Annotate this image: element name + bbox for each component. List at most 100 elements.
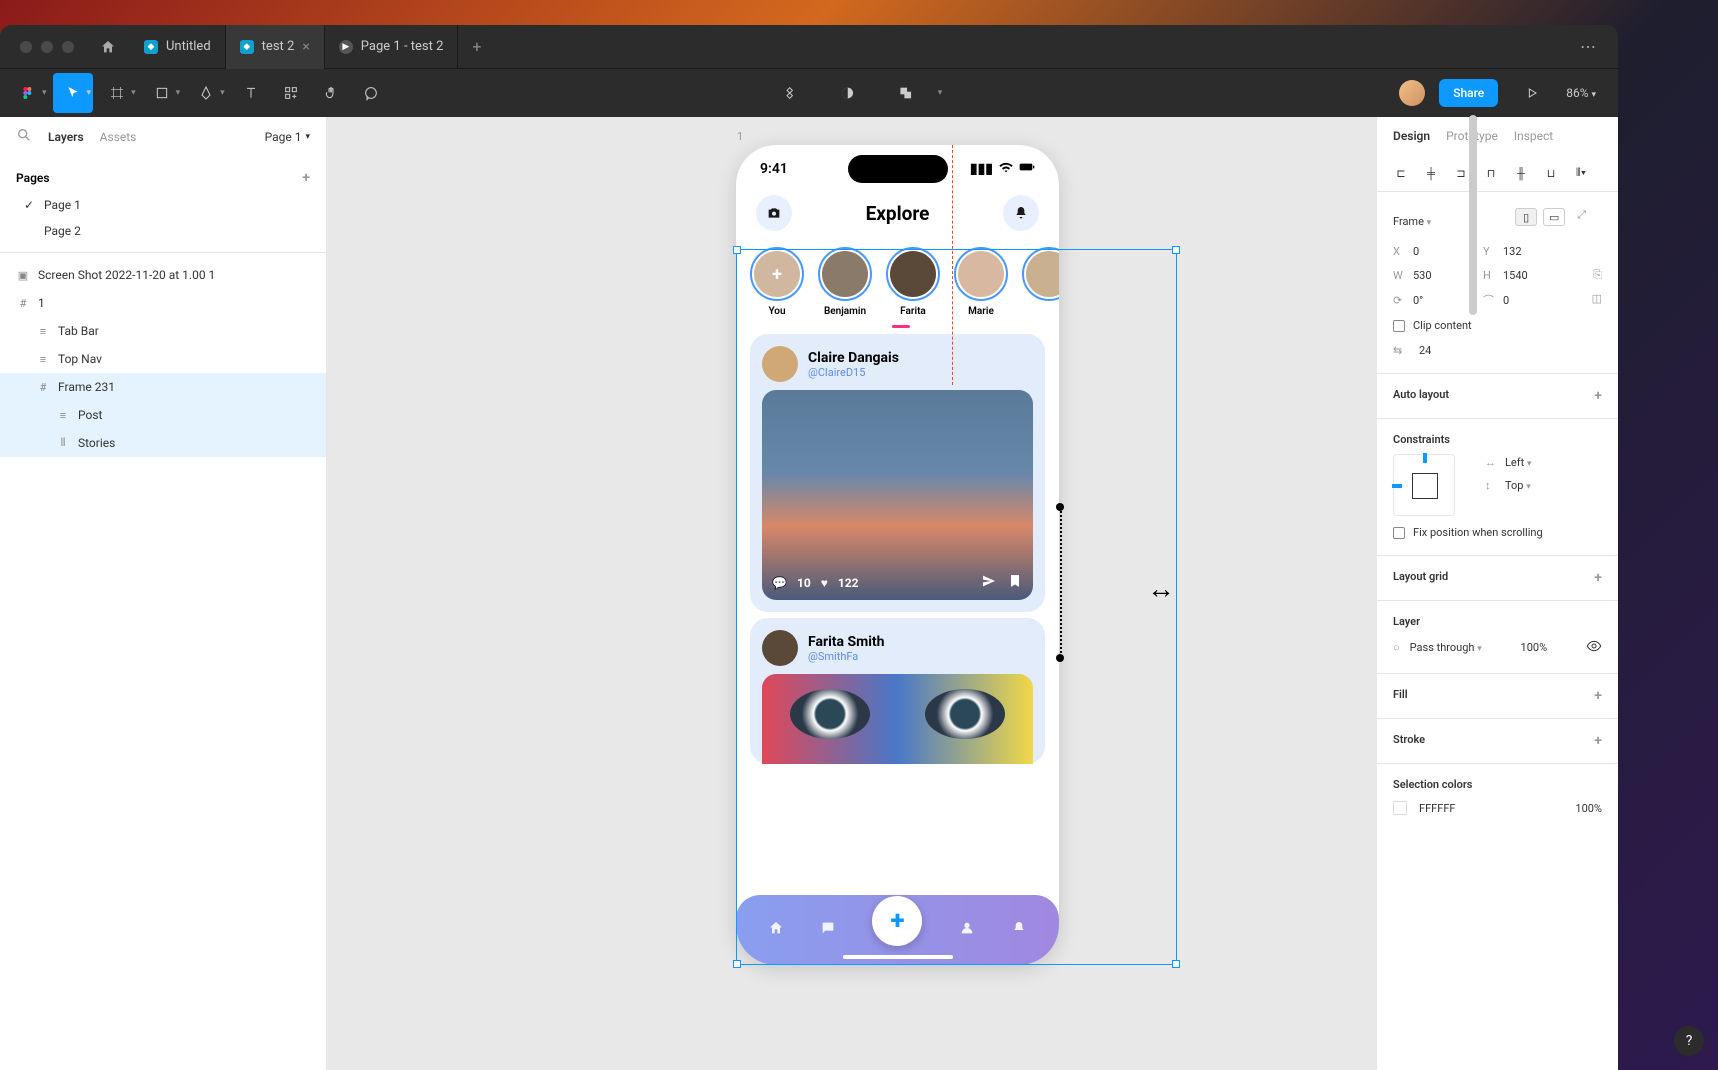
frame-label[interactable]: 1 (737, 130, 743, 143)
opacity-input[interactable]: 100% (1521, 641, 1548, 654)
home-tab[interactable] (86, 25, 130, 69)
align-left-icon[interactable]: ⊏ (1393, 165, 1409, 181)
independent-corners-icon[interactable]: ◫ (1592, 292, 1602, 308)
layers-tab[interactable]: Layers (48, 130, 84, 144)
rotation-input[interactable]: 0° (1413, 294, 1453, 307)
group-icon: ≡ (56, 408, 70, 422)
align-center-h-icon[interactable]: ╪ (1423, 165, 1439, 181)
layer-item[interactable]: ≡ Top Nav (0, 345, 326, 373)
resize-cursor-icon: ↔ (1147, 572, 1175, 605)
add-page-button[interactable]: + (302, 170, 310, 186)
resize-to-fit-icon[interactable]: ⤢ (1577, 208, 1586, 226)
align-center-v-icon[interactable]: ╫ (1513, 165, 1529, 181)
zoom-control[interactable]: 86% ▾ (1566, 86, 1596, 100)
user-avatar[interactable] (1399, 80, 1425, 106)
chevron-down-icon[interactable]: ▾ (176, 88, 181, 98)
close-tab-icon[interactable]: × (302, 39, 309, 55)
color-hex[interactable]: FFFFFF (1419, 802, 1455, 815)
chevron-down-icon[interactable]: ▾ (87, 88, 92, 98)
chevron-down-icon[interactable]: ▾ (131, 88, 136, 98)
page-item[interactable]: ✓ Page 1 (16, 192, 310, 218)
frame-dropdown[interactable]: Frame ▾ (1393, 215, 1431, 228)
share-button[interactable]: Share (1439, 79, 1498, 107)
page-item[interactable]: Page 2 (16, 218, 310, 244)
resize-handle[interactable] (733, 960, 741, 968)
present-button[interactable] (1512, 73, 1552, 113)
constraint-h-dropdown[interactable]: Left ▾ (1505, 456, 1531, 469)
align-right-icon[interactable]: ⊐ (1453, 165, 1469, 181)
layer-item[interactable]: ⦀ Stories (0, 429, 326, 457)
tab-untitled[interactable]: ◆ Untitled (130, 25, 226, 69)
page-selector[interactable]: Page 1 ▾ (265, 130, 310, 144)
battery-icon (1019, 159, 1035, 179)
add-tab-button[interactable]: + (458, 37, 495, 56)
h-input[interactable]: 1540 (1503, 269, 1543, 282)
design-tab[interactable]: Design (1393, 129, 1430, 143)
dynamic-island (848, 155, 948, 183)
component-icon[interactable] (770, 73, 810, 113)
chevron-down-icon[interactable]: ▾ (42, 88, 47, 98)
tab-label: Untitled (166, 39, 211, 54)
frame-portrait-button[interactable]: ▯ (1515, 208, 1537, 226)
spacing-input[interactable]: 24 (1419, 344, 1431, 357)
search-icon[interactable] (16, 127, 32, 146)
constraints-widget[interactable] (1393, 454, 1455, 516)
group-icon: ≡ (36, 324, 50, 338)
selection-box[interactable] (736, 249, 1177, 965)
blend-mode-dropdown[interactable]: Pass through ▾ (1410, 641, 1482, 654)
layer-item[interactable]: ▣ Screen Shot 2022-11-20 at 1.00 1 (0, 261, 326, 289)
scrollbar[interactable] (1469, 117, 1477, 315)
radius-input[interactable]: 0 (1503, 294, 1543, 307)
toolbar: ▾ ▾ ▾ ▾ ▾ (0, 69, 1618, 117)
visibility-icon[interactable] (1586, 638, 1602, 657)
layer-item-selected[interactable]: # Frame 231 (0, 373, 326, 401)
frame-landscape-button[interactable]: ▭ (1543, 208, 1565, 226)
camera-button[interactable] (756, 195, 792, 231)
layer-item[interactable]: ≡ Tab Bar (0, 317, 326, 345)
x-input[interactable]: 0 (1413, 245, 1453, 258)
y-input[interactable]: 132 (1503, 245, 1543, 258)
link-dimensions-icon[interactable]: ⎘ (1593, 268, 1602, 282)
tab-label: Page 1 - test 2 (361, 39, 444, 54)
tab-test2[interactable]: ◆ test 2 × (226, 25, 325, 69)
text-tool[interactable] (231, 73, 271, 113)
right-panel: Design Prototype Inspect ⊏ ╪ ⊐ ⊓ ╫ ⊔ ⦀▾ … (1377, 117, 1618, 1070)
clip-content-checkbox[interactable] (1393, 320, 1405, 332)
align-top-icon[interactable]: ⊓ (1483, 165, 1499, 181)
image-icon: ▣ (16, 268, 30, 282)
add-stroke-button[interactable]: + (1594, 733, 1602, 749)
canvas[interactable]: 1 9:41 ▮▮▮ Explore (327, 117, 1377, 1070)
mask-icon[interactable] (828, 73, 868, 113)
comment-tool[interactable] (351, 73, 391, 113)
distribute-icon[interactable]: ⦀▾ (1573, 165, 1589, 181)
add-auto-layout-button[interactable]: + (1594, 388, 1602, 404)
close-window[interactable] (20, 41, 32, 53)
notifications-button[interactable] (1003, 195, 1039, 231)
inspect-tab[interactable]: Inspect (1514, 129, 1553, 143)
constraints-header: Constraints (1393, 433, 1450, 446)
add-layout-grid-button[interactable]: + (1594, 570, 1602, 586)
color-swatch[interactable] (1393, 801, 1407, 815)
chevron-down-icon[interactable]: ▾ (220, 88, 225, 98)
minimize-window[interactable] (41, 41, 53, 53)
layer-item[interactable]: ≡ Post (0, 401, 326, 429)
w-input[interactable]: 530 (1413, 269, 1453, 282)
selection-colors-header: Selection colors (1393, 778, 1472, 791)
resize-handle[interactable] (1172, 246, 1180, 254)
assets-tab[interactable]: Assets (100, 130, 137, 144)
boolean-icon[interactable] (886, 73, 926, 113)
titlebar-menu[interactable]: ⋯ (1566, 37, 1610, 56)
tab-page1-test2[interactable]: ▶ Page 1 - test 2 (325, 25, 459, 69)
maximize-window[interactable] (62, 41, 74, 53)
layer-item[interactable]: # 1 (0, 289, 326, 317)
align-bottom-icon[interactable]: ⊔ (1543, 165, 1559, 181)
resources-tool[interactable] (271, 73, 311, 113)
constraint-v-dropdown[interactable]: Top ▾ (1505, 479, 1531, 492)
color-opacity[interactable]: 100% (1575, 802, 1602, 815)
chevron-down-icon[interactable]: ▾ (938, 88, 943, 98)
add-fill-button[interactable]: + (1594, 688, 1602, 704)
fix-position-checkbox[interactable] (1393, 527, 1405, 539)
resize-handle[interactable] (1172, 960, 1180, 968)
hand-tool[interactable] (311, 73, 351, 113)
resize-handle[interactable] (733, 246, 741, 254)
